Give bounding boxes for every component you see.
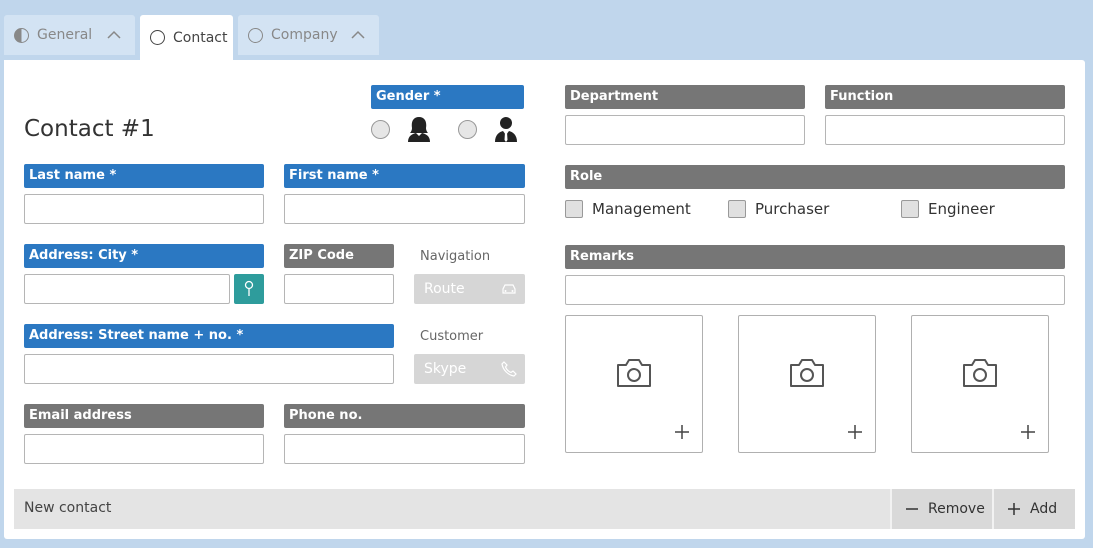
- role-engineer-label: Engineer: [928, 200, 995, 218]
- plus-icon[interactable]: [1020, 424, 1036, 440]
- remarks-label: Remarks: [565, 245, 1065, 269]
- role-purchaser-checkbox[interactable]: [728, 200, 746, 218]
- last-name-input[interactable]: [24, 194, 264, 224]
- photo-slot[interactable]: [565, 315, 703, 453]
- gender-female-radio[interactable]: [371, 120, 390, 139]
- remarks-input[interactable]: [565, 275, 1065, 305]
- circle-icon: [248, 27, 263, 43]
- map-pin-icon: [244, 280, 254, 296]
- role-engineer-checkbox[interactable]: [901, 200, 919, 218]
- route-button-label: Route: [424, 281, 465, 297]
- plus-icon[interactable]: [847, 424, 863, 440]
- role-purchaser-label: Purchaser: [755, 200, 830, 218]
- add-button-label: Add: [1030, 501, 1058, 517]
- function-label: Function: [825, 85, 1065, 109]
- tab-contact-label: Contact: [173, 29, 228, 46]
- car-icon: [502, 284, 516, 294]
- plus-icon[interactable]: [674, 424, 690, 440]
- male-icon: [495, 117, 517, 142]
- camera-icon: [963, 359, 997, 387]
- half-circle-icon: [14, 27, 29, 43]
- tab-general-label: General: [37, 27, 93, 43]
- role-label: Role: [565, 165, 1065, 189]
- navigation-label: Navigation: [420, 249, 491, 264]
- gender-label: Gender *: [371, 85, 524, 109]
- function-input[interactable]: [825, 115, 1065, 145]
- plus-icon: [1008, 503, 1020, 515]
- tab-company[interactable]: Company: [238, 15, 379, 55]
- circle-icon: [150, 30, 165, 45]
- add-button[interactable]: Add: [992, 489, 1075, 529]
- first-name-label: First name *: [284, 164, 525, 188]
- email-label: Email address: [24, 404, 264, 428]
- phone-icon: [501, 361, 517, 377]
- footer-bar: New contact Remove Add: [14, 489, 1075, 529]
- first-name-input[interactable]: [284, 194, 525, 224]
- customer-label: Customer: [420, 329, 484, 344]
- gender-male-radio[interactable]: [458, 120, 477, 139]
- route-button[interactable]: Route: [414, 274, 525, 304]
- phone-label: Phone no.: [284, 404, 525, 428]
- camera-icon: [790, 359, 824, 387]
- minus-icon: [906, 508, 918, 510]
- tab-contact[interactable]: Contact: [140, 15, 233, 60]
- role-management-label: Management: [592, 200, 691, 218]
- photo-slot[interactable]: [911, 315, 1049, 453]
- department-label: Department: [565, 85, 805, 109]
- role-management-checkbox[interactable]: [565, 200, 583, 218]
- city-input[interactable]: [24, 274, 230, 304]
- skype-button-label: Skype: [424, 361, 467, 377]
- page-title: Contact #1: [24, 116, 155, 142]
- photo-slot[interactable]: [738, 315, 876, 453]
- tab-company-label: Company: [271, 27, 338, 43]
- remove-button[interactable]: Remove: [890, 489, 992, 529]
- zip-label: ZIP Code: [284, 244, 394, 268]
- tab-general[interactable]: General: [4, 15, 135, 55]
- zip-input[interactable]: [284, 274, 394, 304]
- chevron-up-icon[interactable]: [107, 28, 121, 42]
- female-icon: [408, 117, 430, 142]
- remove-button-label: Remove: [928, 501, 985, 517]
- city-label: Address: City *: [24, 244, 264, 268]
- email-input[interactable]: [24, 434, 264, 464]
- department-input[interactable]: [565, 115, 805, 145]
- phone-input[interactable]: [284, 434, 525, 464]
- footer-status: New contact: [24, 500, 112, 516]
- map-pin-button[interactable]: [234, 274, 264, 304]
- street-input[interactable]: [24, 354, 394, 384]
- street-label: Address: Street name + no. *: [24, 324, 394, 348]
- camera-icon: [617, 359, 651, 387]
- chevron-up-icon[interactable]: [351, 28, 365, 42]
- skype-button[interactable]: Skype: [414, 354, 525, 384]
- last-name-label: Last name *: [24, 164, 264, 188]
